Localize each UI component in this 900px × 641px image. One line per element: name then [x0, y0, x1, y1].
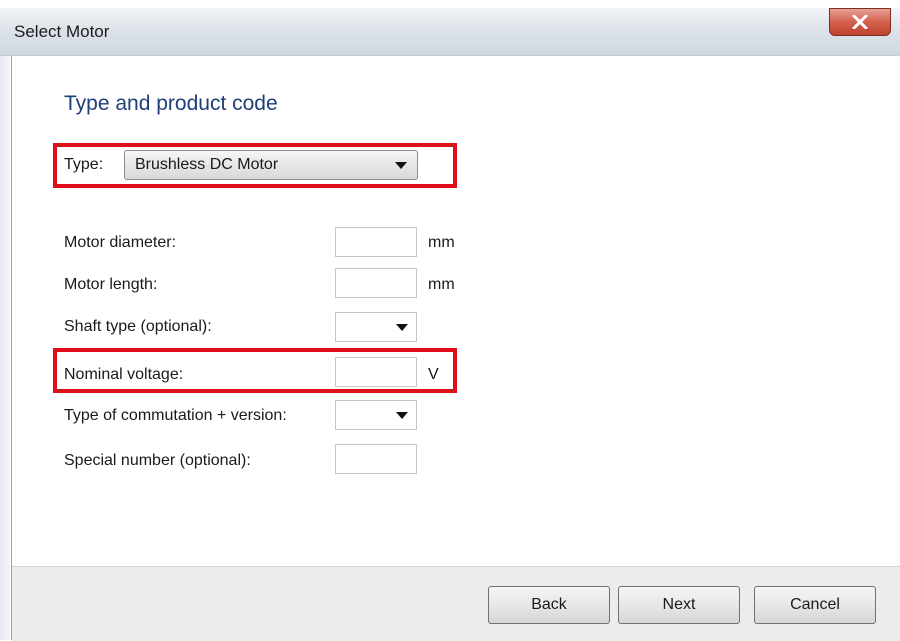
- motor-diameter-label: Motor diameter:: [64, 234, 177, 251]
- close-button[interactable]: [829, 8, 891, 36]
- motor-length-label: Motor length:: [64, 276, 158, 293]
- back-button[interactable]: Back: [488, 586, 610, 624]
- commutation-label: Type of commutation + version:: [64, 407, 287, 424]
- special-number-label: Special number (optional):: [64, 452, 251, 469]
- window-frame-border: [11, 56, 12, 640]
- window-title: Select Motor: [14, 22, 110, 41]
- title-bar: Select Motor: [0, 8, 900, 56]
- commutation-dropdown[interactable]: [335, 400, 417, 430]
- next-button[interactable]: Next: [618, 586, 740, 624]
- motor-diameter-unit: mm: [428, 234, 455, 251]
- window-frame-left: [0, 56, 10, 640]
- highlight-voltage-box: [53, 348, 457, 393]
- motor-length-input[interactable]: [335, 268, 417, 298]
- chevron-down-icon: [396, 412, 408, 419]
- chevron-down-icon: [396, 324, 408, 331]
- motor-diameter-input[interactable]: [335, 227, 417, 257]
- highlight-type-box: [53, 143, 457, 188]
- section-heading: Type and product code: [64, 92, 278, 115]
- shaft-type-dropdown[interactable]: [335, 312, 417, 342]
- special-number-input[interactable]: [335, 444, 417, 474]
- cancel-button[interactable]: Cancel: [754, 586, 876, 624]
- shaft-type-label: Shaft type (optional):: [64, 318, 212, 335]
- motor-length-unit: mm: [428, 276, 455, 293]
- select-motor-dialog: Select Motor Type and product code Type:…: [0, 0, 900, 641]
- close-x-icon: [852, 15, 868, 29]
